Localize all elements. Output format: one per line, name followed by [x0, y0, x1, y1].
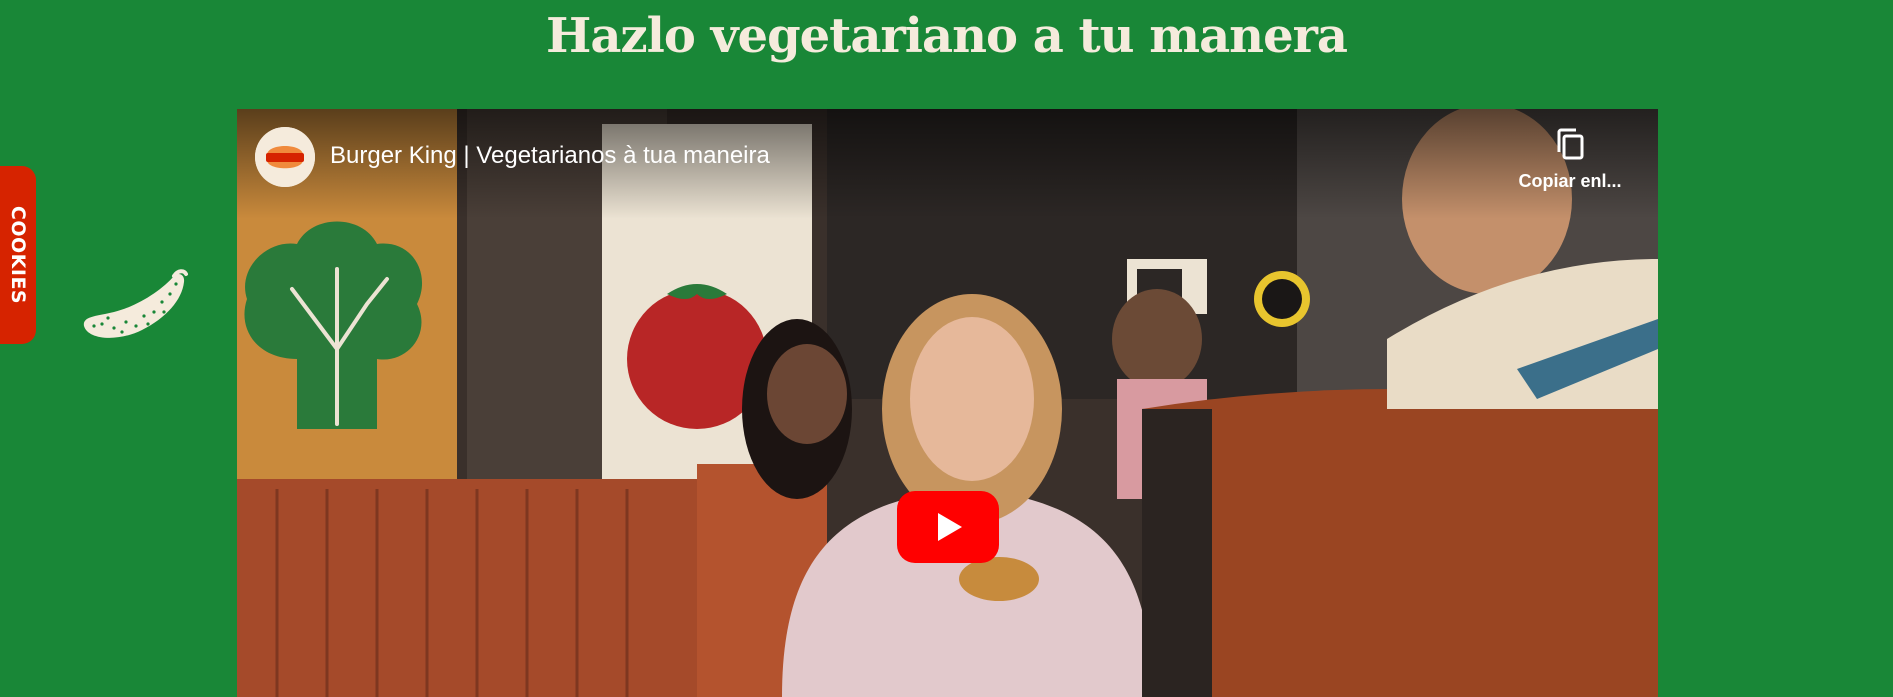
burger-king-logo-icon [255, 127, 315, 187]
channel-avatar[interactable] [255, 127, 315, 187]
page-title: Hazlo vegetariano a tu manera [545, 8, 1348, 64]
copy-link-button[interactable]: Copiar enl... [1495, 127, 1645, 197]
youtube-play-button[interactable] [897, 491, 999, 563]
copy-icon [1557, 128, 1584, 160]
cookies-tab-label: COOKIES [7, 205, 29, 305]
video-player[interactable]: Burger King | Vegetarianos à tua maneira… [237, 109, 1658, 697]
copy-link-label: Copiar enl... [1518, 171, 1622, 191]
youtube-play-icon [897, 491, 999, 563]
video-title-link[interactable]: Burger King | Vegetarianos à tua maneira [330, 142, 770, 170]
cookies-tab-button[interactable]: COOKIES [0, 166, 36, 344]
cucumber-icon [83, 269, 188, 338]
